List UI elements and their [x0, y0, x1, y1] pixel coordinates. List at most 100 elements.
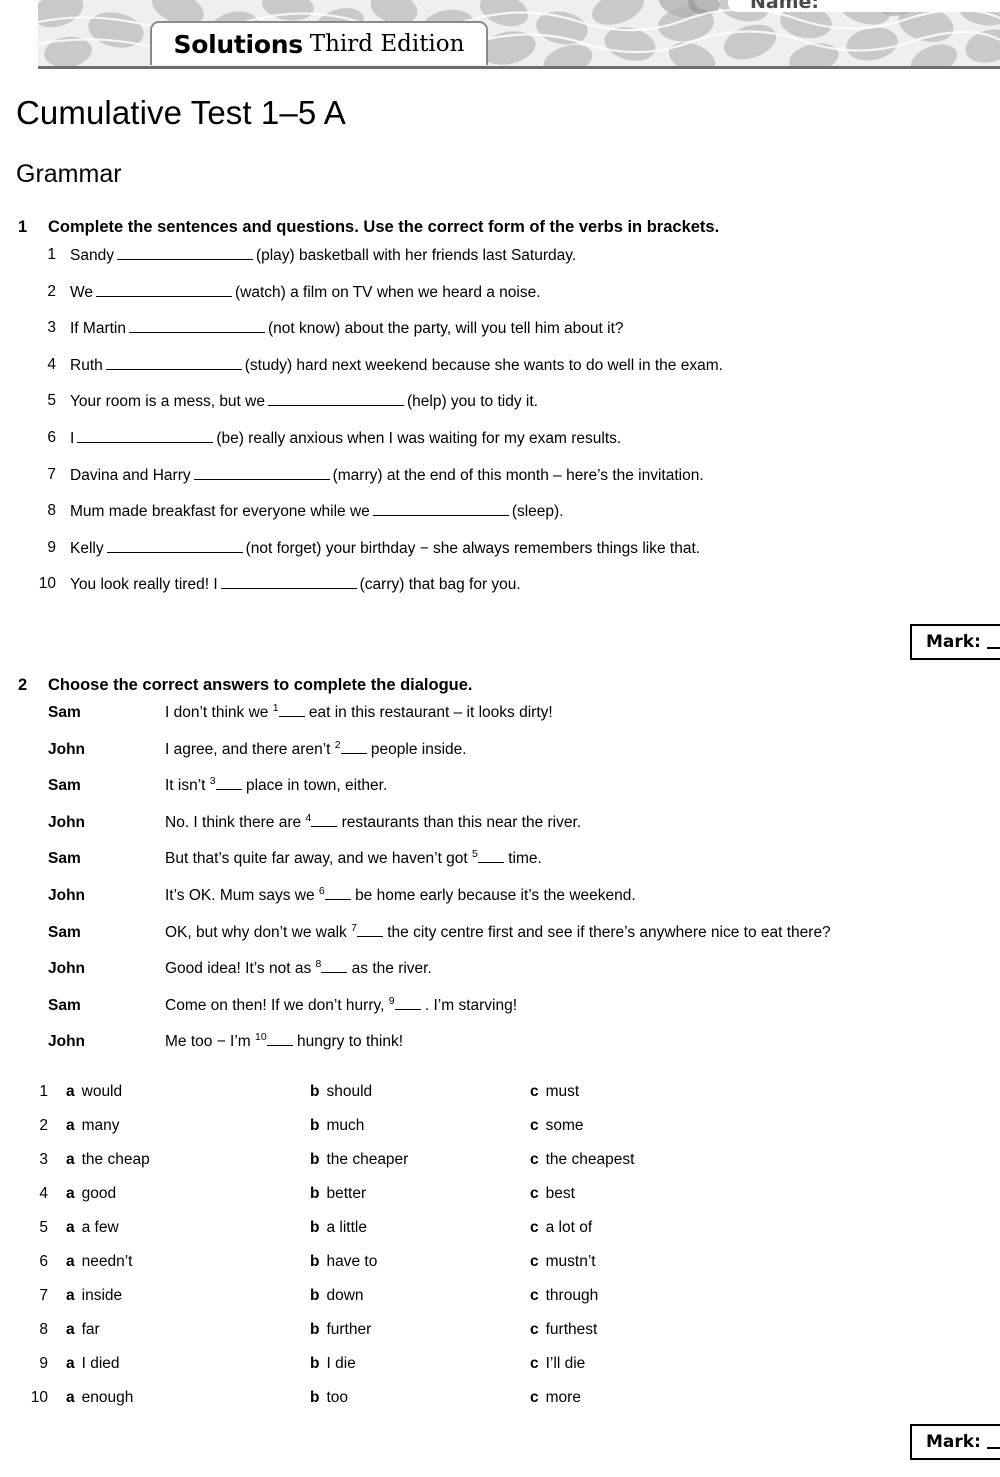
- option-b-text: better: [326, 1185, 367, 1202]
- option-letter-b: b: [310, 1389, 320, 1406]
- dialogue-line: But that’s quite far away, and we haven’…: [165, 849, 542, 868]
- question-row: 10 You look really tired! I (carry) that …: [0, 575, 1000, 612]
- option-c[interactable]: c more: [530, 1389, 581, 1407]
- question-text-before: Kelly: [70, 539, 104, 557]
- mark-score-blank[interactable]: [986, 1436, 1000, 1449]
- dialogue-line: It isn’t 3 place in town, either.: [165, 776, 388, 795]
- dialogue-gap-blank[interactable]: [477, 850, 504, 864]
- dialogue-speaker: Sam: [48, 923, 81, 941]
- option-a[interactable]: a the cheap: [66, 1151, 150, 1169]
- option-c[interactable]: c some: [530, 1117, 584, 1135]
- option-c[interactable]: c a lot of: [530, 1219, 592, 1237]
- name-field-box[interactable]: Name:: [728, 0, 1000, 12]
- question-text-before: Davina and Harry: [70, 466, 191, 484]
- option-a[interactable]: a I died: [66, 1355, 120, 1373]
- mark-box-exercise-1[interactable]: Mark:: [910, 624, 1000, 660]
- option-b[interactable]: b further: [310, 1321, 371, 1339]
- name-field-label: Name:: [750, 0, 820, 13]
- option-b[interactable]: b should: [310, 1083, 372, 1101]
- answer-blank[interactable]: [116, 246, 253, 260]
- dialogue-gap-blank[interactable]: [311, 814, 338, 827]
- answer-blank[interactable]: [106, 539, 243, 553]
- option-a-text: a few: [81, 1219, 119, 1236]
- option-letter-a: a: [66, 1355, 75, 1372]
- mark-score-blank[interactable]: [986, 636, 1000, 649]
- dialogue-gap-blank[interactable]: [215, 777, 242, 791]
- option-a-text: enough: [81, 1389, 134, 1406]
- dialogue-gap-blank[interactable]: [278, 704, 305, 717]
- gap-number: 10: [255, 1031, 267, 1044]
- dialogue-gap-blank[interactable]: [356, 924, 383, 937]
- question-row: 3 If Martin (not know) about the party, w…: [0, 319, 1000, 356]
- dialogue-speaker: John: [48, 813, 86, 831]
- dialogue-text-after: place in town, either.: [245, 777, 388, 795]
- answer-blank[interactable]: [220, 575, 357, 590]
- option-b[interactable]: b down: [310, 1287, 364, 1305]
- section-heading-grammar: Grammar: [16, 160, 122, 188]
- option-c[interactable]: c the cheapest: [530, 1151, 634, 1169]
- option-c[interactable]: c furthest: [530, 1321, 597, 1339]
- question-text-after: (carry) that bag for you.: [359, 576, 521, 594]
- option-b[interactable]: b a little: [310, 1219, 367, 1237]
- dialogue-gap-blank[interactable]: [394, 997, 421, 1010]
- dialogue-gap-blank[interactable]: [266, 1033, 293, 1047]
- question-row: 2 We (watch) a film on TV when we heard a…: [0, 283, 1000, 320]
- mark-box-exercise-2[interactable]: Mark:: [910, 1424, 1000, 1460]
- option-b[interactable]: b much: [310, 1117, 364, 1135]
- question-number: 6: [47, 428, 56, 446]
- option-a[interactable]: a far: [66, 1321, 100, 1339]
- dialogue-line: Come on then! If we don’t hurry, 9 . I’m…: [165, 995, 517, 1015]
- question-text-after: (not know) about the party, will you tel…: [267, 320, 624, 338]
- answer-blank[interactable]: [105, 356, 242, 370]
- option-c[interactable]: c through: [530, 1287, 598, 1305]
- option-b[interactable]: b the cheaper: [310, 1151, 408, 1169]
- question-text-after: (not forget) your birthday − she always …: [245, 539, 701, 557]
- dialogue-gap-blank[interactable]: [324, 887, 351, 900]
- question-text-after: (sleep).: [511, 503, 564, 521]
- option-a[interactable]: a would: [66, 1083, 122, 1101]
- answer-blank[interactable]: [372, 502, 509, 517]
- option-b[interactable]: b too: [310, 1389, 348, 1407]
- option-a[interactable]: a good: [66, 1185, 116, 1203]
- option-row: 2 a many b much c some: [0, 1117, 1000, 1151]
- question-text-before: You look really tired! I: [70, 576, 218, 594]
- answer-blank[interactable]: [128, 319, 265, 334]
- option-letter-c: c: [530, 1151, 539, 1168]
- option-b[interactable]: b I die: [310, 1355, 356, 1373]
- question-number: 9: [47, 538, 56, 556]
- question-text-before: Ruth: [70, 356, 103, 374]
- option-a[interactable]: a needn’t: [66, 1253, 132, 1271]
- option-c[interactable]: c best: [530, 1185, 575, 1203]
- dialogue-row: Sam I don’t think we 1 eat in this resta…: [0, 703, 1000, 741]
- answer-blank[interactable]: [193, 466, 330, 480]
- option-letter-b: b: [310, 1287, 320, 1304]
- option-b[interactable]: b better: [310, 1185, 366, 1203]
- option-b-text: a little: [326, 1219, 367, 1236]
- dialogue-gap-blank[interactable]: [340, 741, 367, 754]
- option-b[interactable]: b have to: [310, 1253, 377, 1271]
- answer-blank[interactable]: [95, 283, 232, 297]
- option-c[interactable]: c must: [530, 1083, 579, 1101]
- option-row-number: 10: [30, 1389, 48, 1406]
- dialogue-gap-blank[interactable]: [321, 960, 348, 974]
- option-c[interactable]: c I’ll die: [530, 1355, 585, 1373]
- option-c[interactable]: c mustn’t: [530, 1253, 596, 1271]
- option-letter-a: a: [66, 1117, 75, 1134]
- option-row: 6 a needn’t b have to c mustn’t: [0, 1253, 1000, 1287]
- option-a[interactable]: a many: [66, 1117, 120, 1135]
- option-letter-b: b: [310, 1253, 320, 1270]
- dialogue-line: Me too − I’m 10 hungry to think!: [165, 1031, 403, 1051]
- dialogue-row: Sam OK, but why don’t we walk 7 the city…: [0, 922, 1000, 961]
- exercise-2-number: 2: [18, 676, 28, 694]
- option-row: 7 a inside b down c through: [0, 1287, 1000, 1321]
- option-letter-a: a: [66, 1083, 75, 1100]
- option-a[interactable]: a a few: [66, 1219, 119, 1237]
- dialogue-text-after: as the river.: [351, 960, 432, 978]
- option-a[interactable]: a inside: [66, 1287, 122, 1305]
- dialogue-text-before: Good idea! It’s not as: [165, 960, 312, 978]
- answer-blank[interactable]: [77, 429, 214, 443]
- answer-blank[interactable]: [267, 392, 404, 407]
- logo-brand-text: Solutions: [173, 29, 304, 59]
- option-a[interactable]: a enough: [66, 1389, 133, 1407]
- option-row: 4 a good b better c best: [0, 1185, 1000, 1219]
